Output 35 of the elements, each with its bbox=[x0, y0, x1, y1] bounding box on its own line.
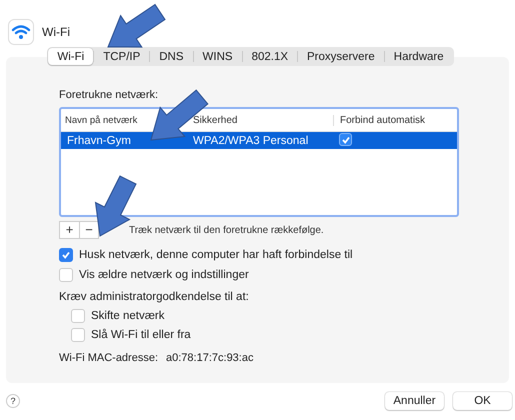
checkmark-icon bbox=[61, 250, 71, 260]
tab[interactable]: TCP/IP bbox=[94, 48, 150, 65]
checkbox[interactable] bbox=[71, 328, 85, 342]
column-header[interactable]: Navn på netværk bbox=[65, 114, 138, 126]
hint-text: Træk netværk til den foretrukne rækkefølge. bbox=[129, 224, 324, 236]
security-type: WPA2/WPA3 Personal bbox=[192, 134, 310, 146]
tab[interactable]: Proxyservere bbox=[298, 48, 384, 65]
section-label: Kræv administratorgodkendelse til at: bbox=[59, 290, 250, 305]
auto-join-checkbox[interactable] bbox=[339, 133, 352, 146]
mac-label: Wi-Fi MAC-adresse: bbox=[59, 352, 158, 364]
checkbox-label: Vis ældre netværk og indstillinger bbox=[79, 268, 249, 280]
checkbox-label: Slå Wi-Fi til eller fra bbox=[91, 329, 191, 341]
tab[interactable]: WINS bbox=[194, 48, 242, 65]
section-label: Foretrukne netværk: bbox=[59, 89, 160, 103]
tab[interactable]: 802.1X bbox=[242, 48, 298, 65]
checkmark-icon bbox=[340, 134, 350, 145]
checkbox-label: Skifte netværk bbox=[91, 310, 164, 322]
column-header[interactable]: Sikkerhed bbox=[193, 114, 238, 126]
network-row[interactable]: Frhavn-Gym WPA2/WPA3 Personal bbox=[61, 132, 457, 149]
tab[interactable]: DNS bbox=[150, 48, 193, 65]
checkbox-label: Husk netværk, denne computer har haft forbindelse til bbox=[79, 248, 353, 260]
wifi-icon bbox=[8, 19, 34, 45]
cancel-button[interactable]: Annuller bbox=[385, 392, 444, 410]
mac-address: a0:78:17:7c:93:ac bbox=[166, 352, 254, 364]
help-button[interactable]: ? bbox=[6, 394, 20, 408]
column-header[interactable]: Forbind automatisk bbox=[340, 114, 426, 126]
ok-button[interactable]: OK bbox=[453, 392, 512, 410]
network-name: Frhavn-Gym bbox=[66, 134, 132, 146]
checkbox[interactable] bbox=[71, 309, 85, 323]
annotation-arrow bbox=[107, 4, 166, 48]
window-title: Wi-Fi bbox=[42, 25, 70, 39]
checkbox[interactable] bbox=[59, 248, 73, 262]
tab[interactable]: Hardware bbox=[384, 48, 453, 65]
checkbox[interactable] bbox=[59, 268, 73, 282]
tab[interactable]: Wi-Fi bbox=[48, 48, 94, 65]
